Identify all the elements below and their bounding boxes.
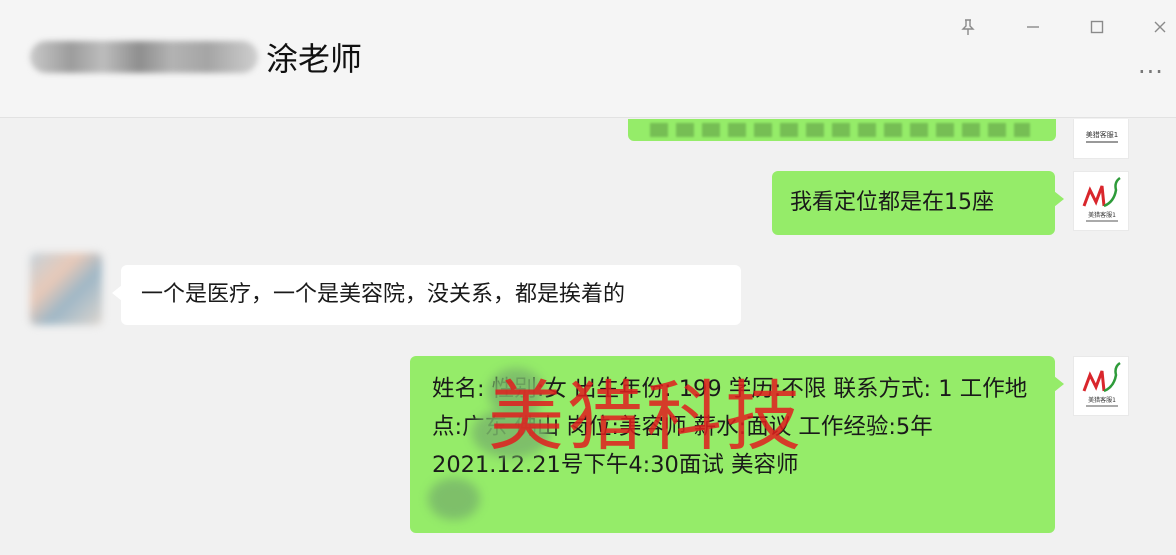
avatar[interactable]: 美猎客服1: [1073, 119, 1129, 159]
cropped-text: [650, 123, 1030, 137]
avatar[interactable]: 美猎客服1: [1073, 171, 1129, 231]
avatar[interactable]: [30, 253, 102, 325]
message-bubble-outgoing[interactable]: [628, 119, 1056, 141]
blurred-region: [428, 478, 480, 520]
maximize-icon[interactable]: [1082, 12, 1112, 42]
svg-text:美猎客服1: 美猎客服1: [1086, 130, 1118, 139]
svg-text:美猎客服1: 美猎客服1: [1088, 396, 1116, 404]
svg-text:美猎客服1: 美猎客服1: [1088, 211, 1116, 219]
blurred-group-name: [30, 41, 258, 73]
message-bubble-incoming[interactable]: 一个是医疗，一个是美容院，没关系，都是挨着的: [112, 265, 741, 325]
chat-title: 涂老师: [266, 40, 363, 78]
message-list[interactable]: 美猎客服1 我看定位都是在15座 美猎客服1 一个是医疗，一个是美容院，没关系，…: [0, 119, 1176, 555]
message-text: 我看定位都是在15座: [790, 190, 994, 215]
minimize-icon[interactable]: [1018, 12, 1048, 42]
close-icon[interactable]: [1145, 12, 1175, 42]
watermark: 美猎科技: [488, 372, 804, 461]
avatar[interactable]: 美猎客服1: [1073, 356, 1129, 416]
chat-header: 涂老师 ···: [0, 0, 1176, 118]
message-bubble-outgoing[interactable]: 我看定位都是在15座: [772, 171, 1064, 235]
message-text: 一个是医疗，一个是美容院，没关系，都是挨着的: [141, 282, 626, 307]
more-options-icon[interactable]: ···: [1138, 60, 1176, 88]
pin-icon[interactable]: [953, 12, 983, 42]
